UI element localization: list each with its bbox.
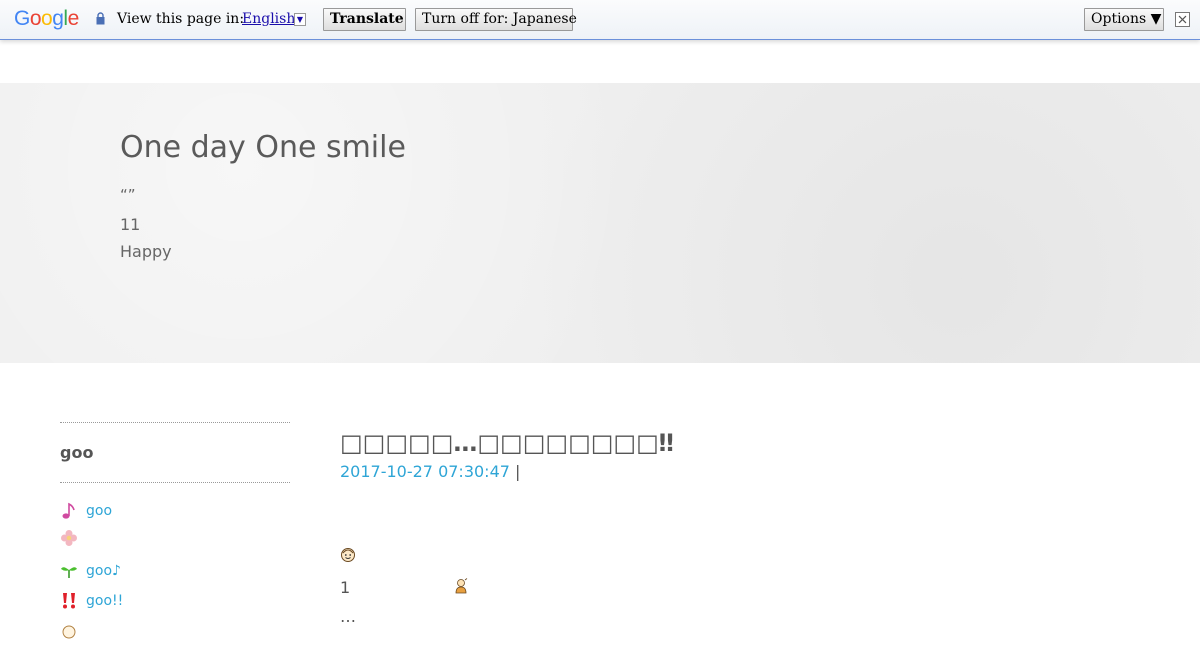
options-button[interactable]: Options ▼ — [1084, 8, 1164, 31]
google-translate-bar: Google View this page in: English ▼ Tran… — [0, 0, 1200, 40]
sidebar-item[interactable]: goo — [60, 496, 290, 526]
divider — [60, 482, 290, 483]
turn-off-button[interactable]: Turn off for: Japanese — [415, 8, 577, 31]
smiling-face-icon — [341, 548, 355, 562]
music-note-icon — [62, 502, 75, 519]
language-select[interactable]: English — [242, 10, 295, 28]
sidebar-item-label[interactable]: goo♪ — [86, 562, 121, 580]
sidebar-item-label[interactable]: goo — [86, 502, 112, 520]
divider — [60, 422, 290, 423]
translate-button[interactable]: Translate — [323, 8, 406, 31]
flower-icon — [61, 530, 77, 546]
person-icon — [455, 578, 468, 594]
double-exclamation-icon — [63, 593, 75, 609]
sidebar-heading: goo — [60, 443, 94, 462]
face-icon — [62, 625, 76, 639]
sidebar-item[interactable] — [60, 526, 290, 550]
sidebar-list: goo goo♪ goo!! — [60, 496, 290, 646]
lock-icon — [96, 12, 105, 25]
sidebar: goo goo goo♪ goo!! — [60, 422, 290, 646]
sidebar-item[interactable]: goo♪ — [60, 556, 290, 586]
post-meta: 2017-10-27 07:30:47 | — [340, 461, 1160, 483]
sprout-icon — [61, 567, 77, 578]
site-description-line: Happy — [120, 242, 172, 261]
chevron-down-icon[interactable]: ▼ — [294, 13, 306, 26]
post-text-line: 1 — [340, 578, 351, 597]
logo-letter: G — [14, 7, 30, 30]
logo-letter: o — [41, 7, 53, 30]
logo-letter: e — [67, 7, 80, 30]
site-description-quote: “” — [120, 186, 136, 204]
meta-separator: | — [509, 462, 521, 481]
sidebar-item[interactable] — [60, 616, 290, 646]
post-text-line: … — [340, 607, 356, 626]
logo-letter: g — [52, 7, 64, 30]
site-title[interactable]: One day One smile — [120, 130, 406, 166]
sidebar-item-label[interactable]: goo!! — [86, 592, 123, 610]
post-title[interactable]: □□□□□…□□□□□□□□‼ — [340, 428, 1160, 458]
close-icon[interactable] — [1175, 12, 1190, 27]
google-logo: Google — [14, 7, 79, 31]
translate-prompt: View this page in: — [117, 11, 245, 27]
sidebar-item[interactable]: goo!! — [60, 586, 290, 616]
logo-letter: o — [29, 7, 42, 30]
site-description-line: 11 — [120, 215, 141, 234]
site-header: One day One smile “” 11 Happy — [0, 83, 1200, 363]
post-date-link[interactable]: 2017-10-27 07:30:47 — [340, 462, 510, 481]
article: □□□□□…□□□□□□□□‼ 2017-10-27 07:30:47 | 1 … — [340, 428, 1160, 626]
